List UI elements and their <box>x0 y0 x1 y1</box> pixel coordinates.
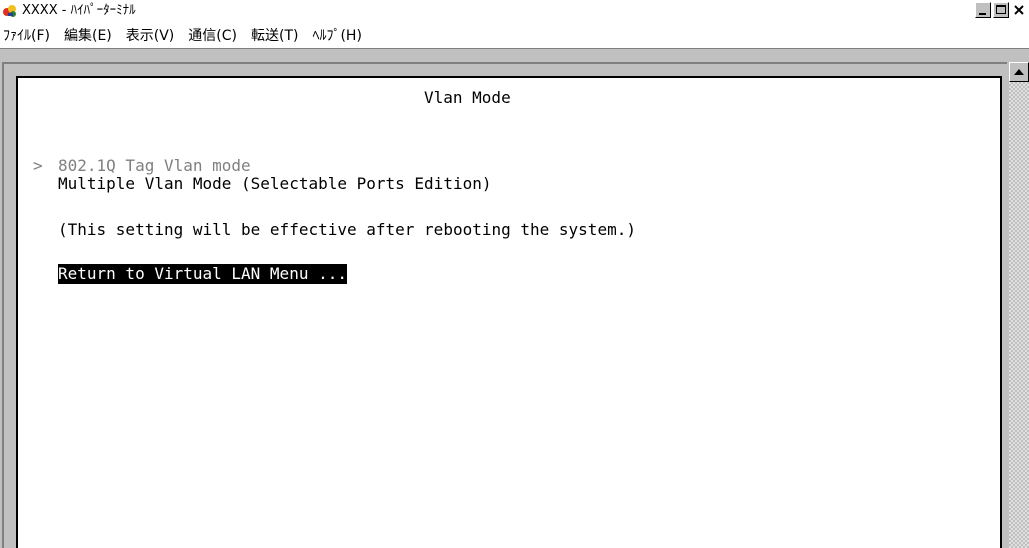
window-title: XXXX - ﾊｲﾊﾟｰﾀｰﾐﾅﾙ <box>22 3 136 18</box>
selection-cursor: > <box>33 156 43 175</box>
arrow-up-icon <box>1014 69 1024 75</box>
maximize-button[interactable] <box>993 2 1009 18</box>
reboot-note: (This setting will be effective after re… <box>58 220 636 239</box>
menu-help[interactable]: ﾍﾙﾌﾟ(H) <box>312 25 361 45</box>
menu-bar: ﾌｧｲﾙ(F) 編集(E) 表示(V) 通信(C) 転送(T) ﾍﾙﾌﾟ(H) <box>0 22 1029 49</box>
menu-file[interactable]: ﾌｧｲﾙ(F) <box>3 25 50 45</box>
terminal-screen[interactable]: Vlan Mode > 802.1Q Tag Vlan mode Multipl… <box>16 76 1002 548</box>
maximize-icon <box>996 5 1006 14</box>
option-multiple-vlan[interactable]: Multiple Vlan Mode (Selectable Ports Edi… <box>58 174 491 194</box>
hyperterminal-window: XXXX - ﾊｲﾊﾟｰﾀｰﾐﾅﾙ ﾌｧｲﾙ(F) 編集(E) 表示(V) 通信… <box>0 0 1029 548</box>
hyperterminal-icon[interactable] <box>2 3 18 19</box>
window-controls <box>975 2 1027 20</box>
minimize-button[interactable] <box>975 2 991 18</box>
screen-heading: Vlan Mode <box>424 88 511 107</box>
menu-transfer[interactable]: 転送(T) <box>251 25 298 45</box>
menu-communication[interactable]: 通信(C) <box>188 25 237 45</box>
menu-view[interactable]: 表示(V) <box>126 25 175 45</box>
title-bar[interactable]: XXXX - ﾊｲﾊﾟｰﾀｰﾐﾅﾙ <box>0 0 1029 22</box>
scroll-up-button[interactable] <box>1009 62 1029 82</box>
vertical-scrollbar[interactable] <box>1009 62 1029 548</box>
close-button[interactable] <box>1011 2 1027 18</box>
menu-edit[interactable]: 編集(E) <box>64 25 112 45</box>
close-icon <box>1014 5 1024 15</box>
return-to-virtual-lan-menu[interactable]: Return to Virtual LAN Menu ... <box>58 264 347 284</box>
minimize-icon <box>979 13 986 15</box>
terminal-frame: Vlan Mode > 802.1Q Tag Vlan mode Multipl… <box>2 62 1007 548</box>
option-802-1q-tag-vlan[interactable]: 802.1Q Tag Vlan mode <box>58 156 251 176</box>
